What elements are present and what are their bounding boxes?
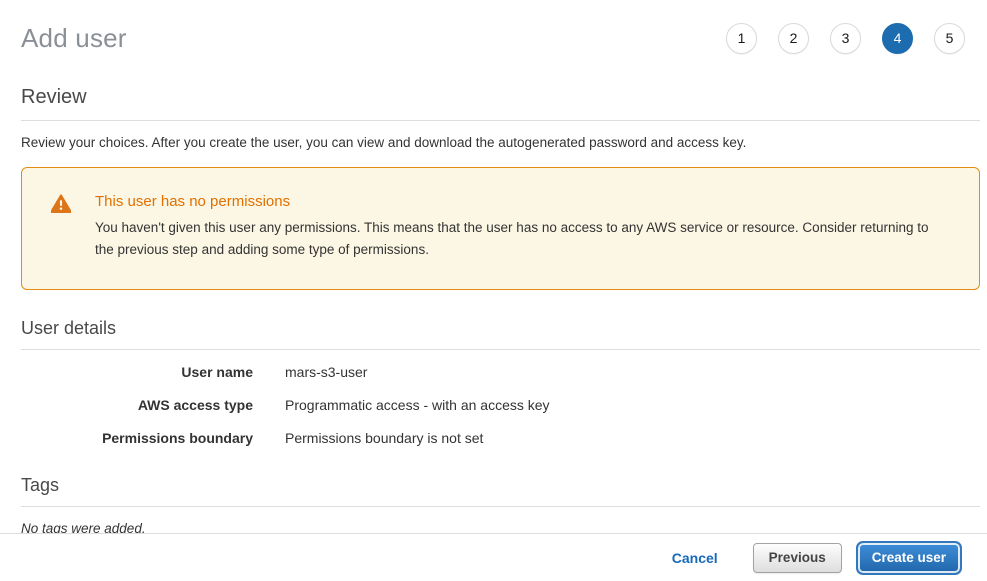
step-3[interactable]: 3 <box>830 23 861 54</box>
user-details-list: User name mars-s3-user AWS access type P… <box>21 364 980 446</box>
create-user-button[interactable]: Create user <box>856 541 962 575</box>
step-1[interactable]: 1 <box>726 23 757 54</box>
detail-label: User name <box>21 364 253 380</box>
review-description: Review your choices. After you create th… <box>21 135 980 150</box>
no-permissions-warning-banner: This user has no permissions You haven't… <box>21 167 980 290</box>
detail-label: Permissions boundary <box>21 430 253 446</box>
step-5[interactable]: 5 <box>934 23 965 54</box>
previous-button[interactable]: Previous <box>753 543 842 573</box>
warning-triangle-icon <box>51 194 71 289</box>
detail-row-access-type: AWS access type Programmatic access - wi… <box>21 397 980 413</box>
page-title: Add user <box>21 23 127 54</box>
wizard-header: Add user 1 2 3 4 5 <box>0 0 987 62</box>
review-step-content: Review Review your choices. After you cr… <box>21 86 980 536</box>
step-2[interactable]: 2 <box>778 23 809 54</box>
warning-text-block: This user has no permissions You haven't… <box>95 193 951 289</box>
detail-label: AWS access type <box>21 397 253 413</box>
tags-heading: Tags <box>21 475 980 507</box>
detail-value: mars-s3-user <box>285 364 367 380</box>
warning-body: You haven't given this user any permissi… <box>95 217 951 261</box>
step-4-active[interactable]: 4 <box>882 23 913 54</box>
wizard-footer: Cancel Previous Create user <box>0 533 987 581</box>
detail-value: Programmatic access - with an access key <box>285 397 550 413</box>
detail-value: Permissions boundary is not set <box>285 430 483 446</box>
detail-row-user-name: User name mars-s3-user <box>21 364 980 380</box>
detail-row-permissions-boundary: Permissions boundary Permissions boundar… <box>21 430 980 446</box>
review-heading: Review <box>21 86 980 121</box>
user-details-heading: User details <box>21 318 980 350</box>
cancel-link[interactable]: Cancel <box>672 550 718 566</box>
warning-title: This user has no permissions <box>95 193 951 210</box>
step-indicator: 1 2 3 4 5 <box>726 23 965 54</box>
